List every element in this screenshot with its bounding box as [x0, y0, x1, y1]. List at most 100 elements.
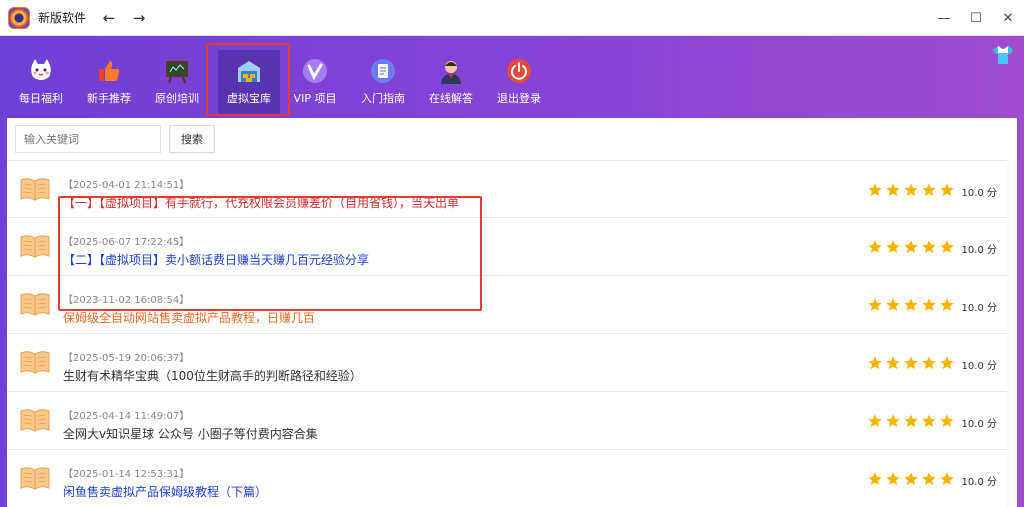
- book-icon: [19, 291, 51, 317]
- star-icon: [903, 182, 919, 198]
- toolbar-label: 在线解答: [429, 92, 473, 105]
- star-rating: [867, 413, 955, 429]
- star-icon: [885, 182, 901, 198]
- star-icon: [903, 413, 919, 429]
- star-icon: [903, 297, 919, 313]
- search-input[interactable]: [15, 125, 161, 153]
- star-icon: [939, 413, 955, 429]
- book-icon: [19, 465, 51, 491]
- star-icon: [939, 355, 955, 371]
- toolbar-label: VIP 项目: [293, 92, 337, 105]
- power-icon: [504, 56, 534, 86]
- item-score: 10.0 分: [961, 303, 997, 314]
- back-arrow-icon[interactable]: ←: [98, 9, 120, 27]
- item-date: 【2025-06-07 17:22:45】: [63, 237, 190, 248]
- list-item[interactable]: 【2025-01-14 12:53:31】闲鱼售卖虚拟产品保姆级教程（下篇） 10…: [7, 450, 1017, 507]
- item-title[interactable]: 保姆级全自动网站售卖虚拟产品教程，日赚几百: [63, 309, 315, 326]
- book-icon: [19, 349, 51, 375]
- toolbar-label: 原创培训: [155, 92, 199, 105]
- toolbar: 每日福利 新手推荐 原创培训 虚拟宝库 VIP 项目 入门指南 在线解答 退出登…: [0, 36, 1024, 116]
- star-rating: [867, 471, 955, 487]
- item-title[interactable]: 闲鱼售卖虚拟产品保姆级教程（下篇）: [63, 483, 267, 500]
- item-score: 10.0 分: [961, 188, 997, 199]
- star-rating: [867, 355, 955, 371]
- article-list: 【2025-04-01 21:14:51】 【一】【虚拟项目】有手就行，代充权限会…: [7, 160, 1017, 507]
- item-score: 10.0 分: [961, 245, 997, 256]
- toolbar-item-daily-welfare[interactable]: 每日福利: [10, 50, 72, 114]
- star-icon: [867, 182, 883, 198]
- book-icon: [19, 176, 51, 202]
- star-rating: [867, 297, 955, 313]
- list-item[interactable]: 【2025-04-14 11:49:07】全网大v知识星球 公众号 小圈子等付费…: [7, 392, 1017, 450]
- star-icon: [885, 471, 901, 487]
- toolbar-item-original-training[interactable]: 原创培训: [146, 50, 208, 114]
- toolbar-label: 入门指南: [361, 92, 405, 105]
- main-panel: 每日福利 新手推荐 原创培训 虚拟宝库 VIP 项目 入门指南 在线解答 退出登…: [0, 36, 1024, 507]
- star-icon: [939, 471, 955, 487]
- toolbar-item-getting-started[interactable]: 入门指南: [352, 50, 414, 114]
- list-item[interactable]: 【2025-06-07 17:22:45】【二】【虚拟项目】卖小额话费日赚当天赚…: [7, 218, 1017, 276]
- blackboard-icon: [162, 56, 192, 86]
- star-icon: [939, 182, 955, 198]
- star-icon: [903, 355, 919, 371]
- toolbar-label: 退出登录: [497, 92, 541, 105]
- minimize-icon[interactable]: —: [928, 0, 960, 36]
- cat-icon: [26, 56, 56, 86]
- star-icon: [867, 471, 883, 487]
- star-icon: [903, 471, 919, 487]
- vip-icon: [300, 56, 330, 86]
- close-icon[interactable]: ✕: [992, 0, 1024, 36]
- star-icon: [921, 182, 937, 198]
- item-date: 【2025-05-19 20:06:37】: [63, 353, 190, 364]
- item-date: 【2025-04-14 11:49:07】: [63, 411, 190, 422]
- list-item[interactable]: 【2023-11-02 16:08:54】保姆级全自动网站售卖虚拟产品教程，日赚…: [7, 276, 1017, 334]
- star-icon: [921, 297, 937, 313]
- item-score: 10.0 分: [961, 419, 997, 430]
- scrollbar[interactable]: [1007, 160, 1017, 507]
- list-item[interactable]: 【2025-05-19 20:06:37】生财有术精华宝典（100位生财高手的判…: [7, 334, 1017, 392]
- toolbar-item-online-support[interactable]: 在线解答: [420, 50, 482, 114]
- item-score: 10.0 分: [961, 361, 997, 372]
- app-title: 新版软件: [38, 11, 87, 25]
- toolbar-label: 新手推荐: [87, 92, 131, 105]
- document-icon: [368, 56, 398, 86]
- active-tab-highlight: [206, 43, 290, 116]
- maximize-icon[interactable]: ☐: [960, 0, 992, 36]
- star-icon: [885, 413, 901, 429]
- skin-shirt-icon[interactable]: [992, 44, 1014, 66]
- window-controls: — ☐ ✕: [928, 0, 1024, 36]
- star-icon: [903, 239, 919, 255]
- star-icon: [939, 239, 955, 255]
- star-icon: [939, 297, 955, 313]
- search-button[interactable]: 搜索: [169, 125, 215, 153]
- item-title[interactable]: 全网大v知识星球 公众号 小圈子等付费内容合集: [63, 425, 318, 442]
- item-title[interactable]: 【二】【虚拟项目】卖小额话费日赚当天赚几百元经验分享: [63, 251, 369, 268]
- thumbs-up-icon: [94, 56, 124, 86]
- toolbar-item-vip-project[interactable]: VIP 项目: [284, 50, 346, 114]
- star-icon: [867, 297, 883, 313]
- star-icon: [867, 355, 883, 371]
- star-icon: [867, 413, 883, 429]
- toolbar-label: 每日福利: [19, 92, 63, 105]
- item-title[interactable]: 生财有术精华宝典（100位生财高手的判断路径和经验）: [63, 367, 362, 384]
- item-title[interactable]: 【一】【虚拟项目】有手就行，代充权限会员赚差价（自用省钱），当天出单: [63, 194, 459, 211]
- item-date: 【2025-01-14 12:53:31】: [63, 469, 190, 480]
- item-score: 10.0 分: [961, 477, 997, 488]
- list-item[interactable]: 【2025-04-01 21:14:51】 【一】【虚拟项目】有手就行，代充权限会…: [7, 160, 1017, 218]
- star-icon: [921, 413, 937, 429]
- item-date: 【2023-11-02 16:08:54】: [63, 295, 190, 306]
- title-bar: 新版软件 ← → — ☐ ✕: [0, 0, 1024, 36]
- star-icon: [885, 239, 901, 255]
- support-agent-icon: [436, 56, 466, 86]
- toolbar-item-logout[interactable]: 退出登录: [488, 50, 550, 114]
- star-icon: [885, 297, 901, 313]
- star-rating: [867, 239, 955, 255]
- content-area: 搜索 【2025-04-01 21:14:51】【一】【虚拟项目】有手就行，代充…: [7, 118, 1017, 507]
- star-icon: [921, 355, 937, 371]
- toolbar-item-beginner-recommend[interactable]: 新手推荐: [78, 50, 140, 114]
- book-icon: [19, 233, 51, 259]
- star-rating: [867, 182, 955, 198]
- forward-arrow-icon[interactable]: →: [128, 9, 150, 27]
- book-icon: [19, 407, 51, 433]
- star-icon: [885, 355, 901, 371]
